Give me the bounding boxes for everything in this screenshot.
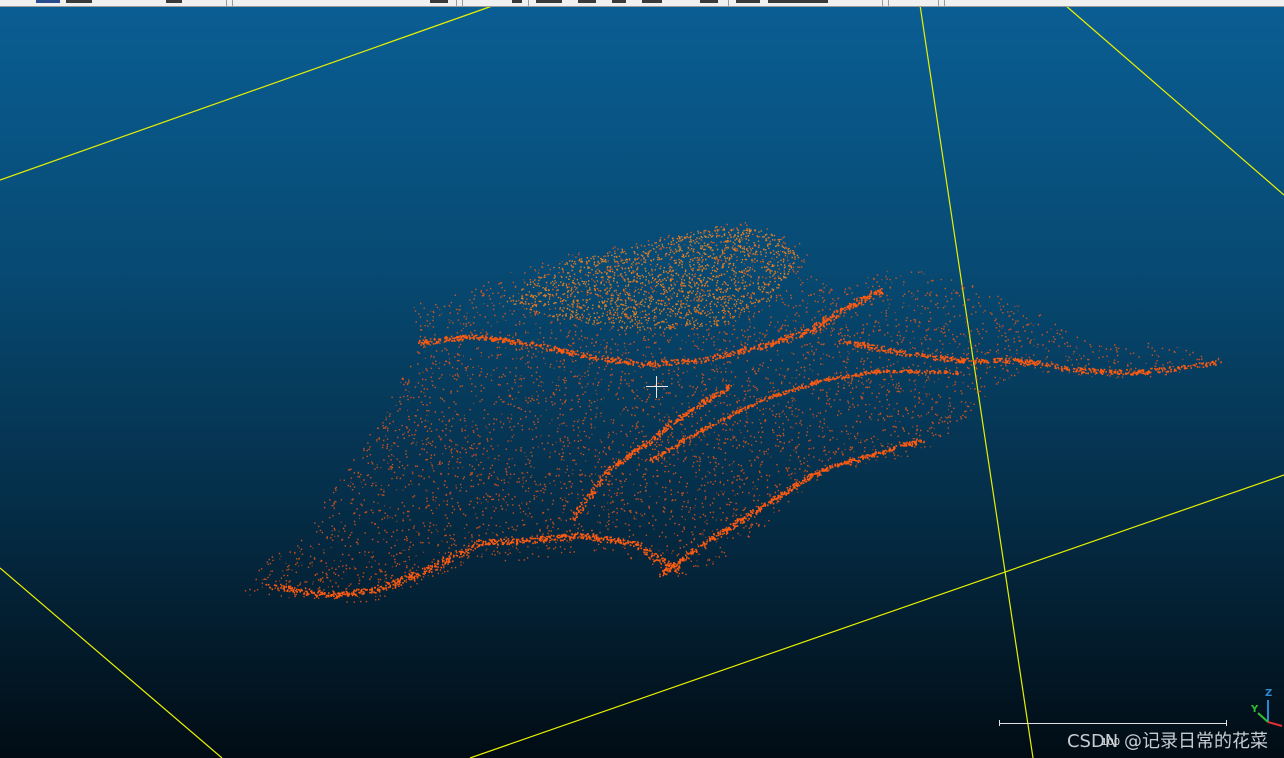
toolbar-icon[interactable] — [612, 0, 626, 3]
point-cloud-scene[interactable] — [0, 0, 1284, 758]
toolbar-separator — [226, 0, 227, 6]
toolbar-separator — [888, 0, 889, 6]
toolbar-icon[interactable] — [736, 0, 760, 3]
toolbar-icon[interactable] — [36, 0, 60, 3]
toolbar-separator — [728, 0, 729, 6]
x-axis-line — [1267, 721, 1283, 727]
toolbar-icon[interactable] — [768, 0, 828, 3]
grid-line — [1064, 4, 1284, 196]
toolbar-icon[interactable] — [536, 0, 562, 3]
grid-line — [469, 474, 1284, 758]
y-axis-line — [1257, 712, 1269, 723]
toolbar-icon[interactable] — [642, 0, 662, 3]
toolbar-separator — [462, 0, 463, 6]
crosshair-icon — [646, 376, 668, 398]
toolbar-separator — [938, 0, 939, 6]
toolbar-separator — [232, 0, 233, 6]
z-axis-label: Z — [1265, 688, 1273, 699]
grid-line — [0, 567, 223, 758]
toolbar-icon[interactable] — [166, 0, 182, 3]
toolbar-icon[interactable] — [66, 0, 92, 3]
ground-grid — [0, 4, 1284, 758]
3d-viewport[interactable]: 100 Z Y CSDN @记录日常的花菜 — [0, 0, 1284, 758]
y-axis-label: Y — [1251, 704, 1259, 715]
point-cloud-ridges — [265, 288, 1222, 599]
grid-line — [0, 4, 496, 181]
toolbar-icon[interactable] — [700, 0, 718, 3]
toolbar-separator — [882, 0, 883, 6]
toolbar-icon[interactable] — [578, 0, 596, 3]
grid-line — [919, 4, 1034, 758]
toolbar-separator — [944, 0, 945, 6]
toolbar-strip — [0, 0, 1284, 7]
watermark: CSDN @记录日常的花菜 — [1066, 731, 1268, 752]
toolbar-separator — [456, 0, 457, 6]
toolbar-icon[interactable] — [512, 0, 522, 3]
toolbar-icon[interactable] — [430, 0, 448, 3]
toolbar-separator — [528, 0, 529, 6]
